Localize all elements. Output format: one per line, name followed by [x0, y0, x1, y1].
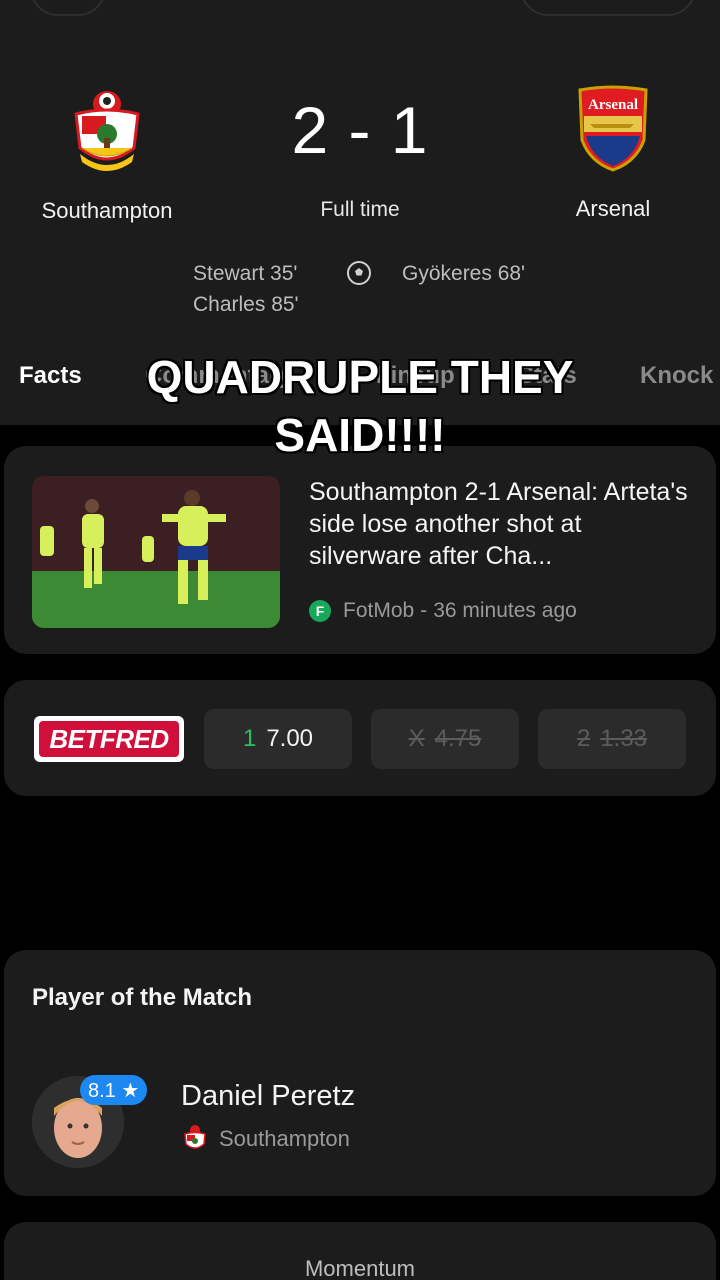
news-meta: F FotMob - 36 minutes ago — [309, 599, 577, 623]
player-team-crest-icon — [182, 1124, 208, 1152]
back-button[interactable] — [30, 0, 106, 16]
away-team-crest[interactable]: Arsenal — [576, 84, 650, 172]
news-source: FotMob — [343, 599, 415, 622]
odds-card: BETFRED 1 7.00 X 4.75 2 1.33 — [4, 680, 716, 796]
player-name[interactable]: Daniel Peretz — [181, 1080, 355, 1113]
home-team-name[interactable]: Southampton — [17, 198, 197, 224]
odds-label: 2 — [576, 725, 591, 752]
odds-label: 1 — [242, 725, 257, 752]
news-time: 36 minutes ago — [433, 599, 577, 622]
news-card[interactable]: Southampton 2-1 Arsenal: Arteta's side l… — [4, 446, 716, 654]
fotmob-icon: F — [309, 600, 331, 622]
away-team-name[interactable]: Arsenal — [528, 196, 698, 222]
match-status: Full time — [320, 198, 400, 221]
news-headline[interactable]: Southampton 2-1 Arsenal: Arteta's side l… — [309, 476, 699, 572]
betfred-logo[interactable]: BETFRED — [34, 716, 184, 762]
odds-home-button[interactable]: 1 7.00 — [204, 709, 352, 769]
home-scorers: Stewart 35' Charles 85' — [193, 258, 299, 320]
news-thumbnail — [32, 476, 280, 628]
odds-value: 4.75 — [434, 725, 482, 752]
home-scorer[interactable]: Stewart 35' — [193, 258, 299, 289]
header-action-button[interactable] — [520, 0, 696, 16]
momentum-title: Momentum — [304, 1256, 416, 1280]
odds-value: 7.00 — [266, 725, 314, 752]
home-team-crest[interactable] — [68, 86, 146, 174]
caption-line: QUADRUPLE THEY — [146, 351, 574, 403]
odds-draw-button[interactable]: X 4.75 — [371, 709, 519, 769]
player-team: Southampton — [219, 1126, 350, 1151]
away-scorers: Gyökeres 68' — [402, 258, 525, 289]
match-score: 2 - 1 — [291, 93, 429, 167]
potm-title: Player of the Match — [32, 984, 253, 1011]
video-caption-overlay: QUADRUPLE THEY SAID!!!! — [0, 348, 720, 464]
football-icon — [346, 260, 372, 286]
caption-line: SAID!!!! — [274, 409, 446, 461]
home-scorer[interactable]: Charles 85' — [193, 289, 299, 320]
odds-label: X — [408, 725, 425, 752]
player-rating-badge: 8.1 ★ — [80, 1075, 148, 1105]
away-crest-text: Arsenal — [588, 97, 638, 113]
odds-value: 1.33 — [600, 725, 648, 752]
away-scorer[interactable]: Gyökeres 68' — [402, 258, 525, 289]
momentum-card: Momentum — [4, 1222, 716, 1280]
betfred-brand: BETFRED — [39, 721, 179, 757]
player-of-match-card[interactable]: Player of the Match 8.1 ★ Daniel Peretz … — [4, 950, 716, 1196]
odds-away-button[interactable]: 2 1.33 — [538, 709, 686, 769]
